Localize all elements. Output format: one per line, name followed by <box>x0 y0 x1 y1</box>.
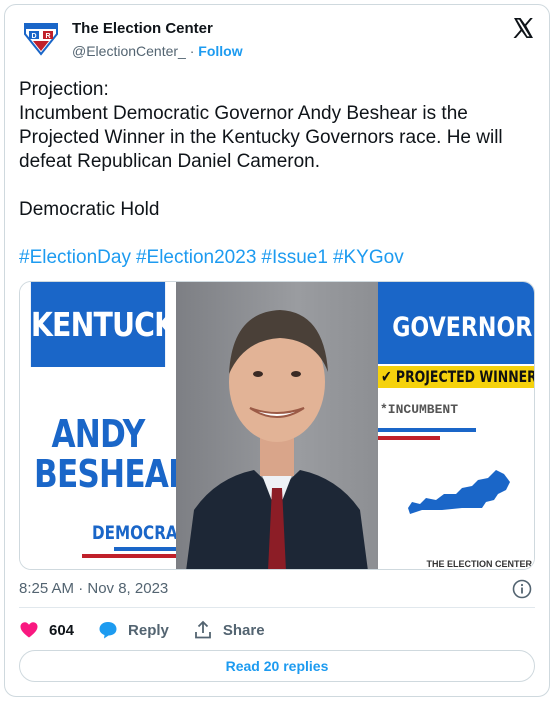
hashtag-link[interactable]: #KYGov <box>333 247 404 268</box>
hashtag-link[interactable]: #Issue1 <box>261 247 328 268</box>
tweet-line: Democratic Hold <box>19 199 160 220</box>
hashtag-link[interactable]: #Election2023 <box>136 247 256 268</box>
display-name[interactable]: The Election Center <box>72 20 213 37</box>
media-image[interactable]: KENTUCKY ANDY BESHEAR DEMOCRAT GOVERNOR … <box>19 281 535 570</box>
follow-button[interactable]: Follow <box>198 43 242 59</box>
info-icon[interactable] <box>512 579 532 599</box>
status-row: ✔ PROJECTED WINNER <box>378 366 534 388</box>
hashtags: #ElectionDay #Election2023 #Issue1 #KYGov <box>19 247 409 269</box>
candidate-panel: KENTUCKY ANDY BESHEAR DEMOCRAT <box>20 282 196 569</box>
x-logo-icon[interactable] <box>511 16 535 40</box>
svg-text:D: D <box>31 33 36 40</box>
check-icon: ✔ <box>381 367 392 386</box>
candidate-name: ANDY BESHEAR <box>20 412 192 496</box>
party-label: DEMOCRAT <box>92 522 187 544</box>
status-label: PROJECTED WINNER <box>395 367 535 386</box>
separator: · <box>189 43 195 59</box>
blue-rule <box>378 428 476 432</box>
timestamp[interactable]: 8:25 AM · Nov 8, 2023 <box>19 580 168 597</box>
image-credit: THE ELECTION CENTER <box>426 559 532 569</box>
status-badge: ✔ PROJECTED WINNER <box>378 366 534 388</box>
heart-icon <box>20 622 38 638</box>
candidate-last-name: BESHEAR <box>34 452 192 496</box>
speech-bubble-icon <box>99 622 117 639</box>
share-label: Share <box>222 621 265 639</box>
divider <box>19 607 535 608</box>
avatar[interactable]: D R <box>23 20 59 56</box>
candidate-first-name: ANDY <box>51 412 145 456</box>
portrait-illustration <box>186 310 368 569</box>
like-count: 604 <box>49 621 75 639</box>
reply-button[interactable]: Reply <box>98 620 169 640</box>
reply-label: Reply <box>128 621 169 639</box>
user-handle[interactable]: @ElectionCenter_ <box>72 43 186 59</box>
blue-rule <box>114 547 176 551</box>
like-button[interactable]: 604 <box>19 620 74 640</box>
office-label: GOVERNOR <box>392 312 533 343</box>
incumbent-label: *INCUMBENT <box>380 402 459 417</box>
office-panel: GOVERNOR ✔ PROJECTED WINNER *INCUMBENT T… <box>378 282 534 569</box>
candidate-photo <box>176 282 378 569</box>
tweet-text: Projection: Incumbent Democratic Governo… <box>19 78 539 222</box>
state-banner: KENTUCKY <box>30 282 196 367</box>
red-rule <box>378 436 440 440</box>
read-replies-button[interactable]: Read 20 replies <box>19 650 535 682</box>
kentucky-map-icon <box>408 470 510 514</box>
svg-text:R: R <box>45 33 50 40</box>
share-button[interactable]: Share <box>193 620 265 640</box>
tweet-line <box>19 174 539 198</box>
hashtag-link[interactable]: #ElectionDay <box>19 247 131 268</box>
red-rule <box>82 554 176 558</box>
share-icon <box>194 620 211 639</box>
tweet-line: Projection: <box>19 79 109 100</box>
tweet-line: Incumbent Democratic Governor Andy Beshe… <box>19 103 503 172</box>
handle-row: @ElectionCenter_ · Follow <box>72 43 243 59</box>
action-bar: 604 Reply Share <box>19 620 289 640</box>
office-banner: GOVERNOR <box>378 282 534 364</box>
